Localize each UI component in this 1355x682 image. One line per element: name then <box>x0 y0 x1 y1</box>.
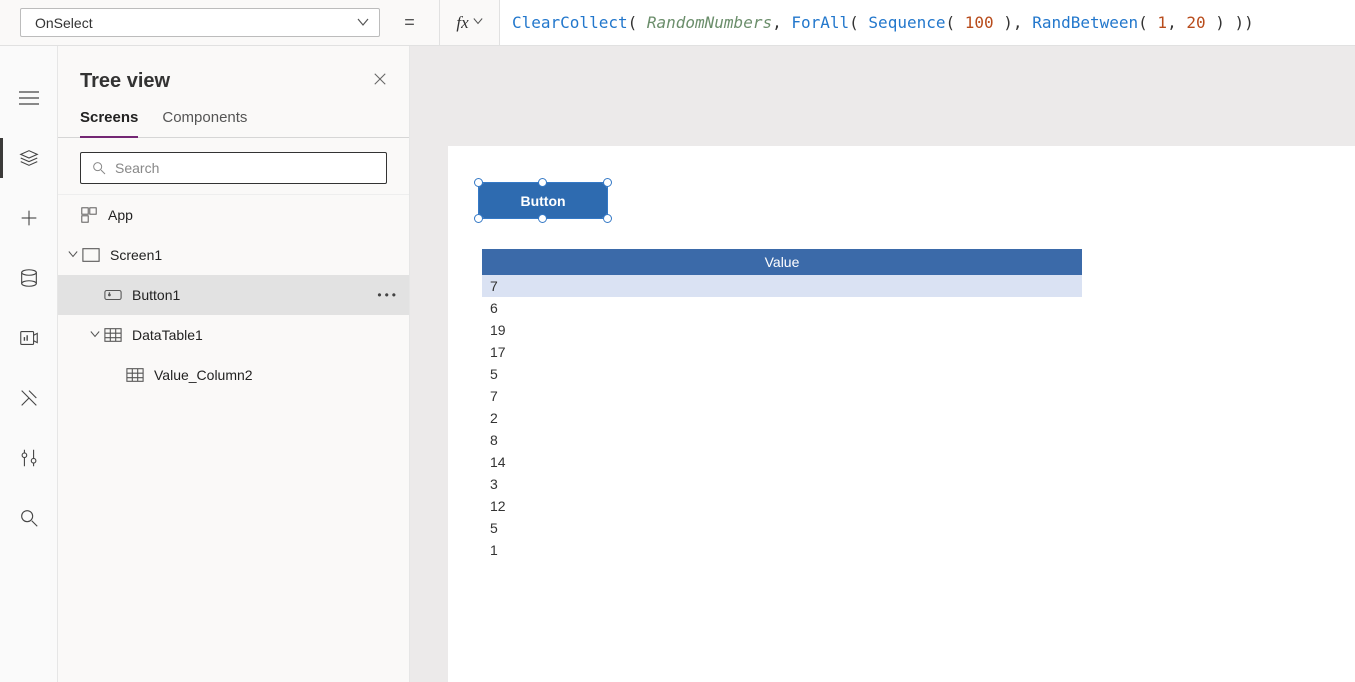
tree-item-datatable1[interactable]: DataTable1 <box>58 315 409 355</box>
table-row[interactable]: 1 <box>482 539 1082 561</box>
rail-tree-view[interactable] <box>0 128 58 188</box>
table-row[interactable]: 3 <box>482 473 1082 495</box>
tree-item-label: Value_Column2 <box>154 367 253 383</box>
tree-item-label: App <box>108 207 133 223</box>
table-row[interactable]: 5 <box>482 363 1082 385</box>
table-row[interactable]: 19 <box>482 319 1082 341</box>
formula-input[interactable]: ClearCollect( RandomNumbers, ForAll( Seq… <box>500 0 1355 45</box>
resize-handle-ne[interactable] <box>603 178 612 187</box>
chevron-down-icon <box>473 16 483 29</box>
tree-item-value_column2[interactable]: Value_Column2 <box>58 355 409 395</box>
formula-token: 1 <box>1157 13 1167 32</box>
formula-bar: OnSelect = fx ClearCollect( RandomNumber… <box>0 0 1355 46</box>
chevron-down-icon[interactable] <box>90 329 104 342</box>
rail-insert[interactable] <box>0 188 58 248</box>
table-row[interactable]: 8 <box>482 429 1082 451</box>
left-rail <box>0 46 58 682</box>
hamburger-icon[interactable] <box>0 68 58 128</box>
formula-token: ClearCollect <box>512 13 628 32</box>
button-selection[interactable]: Button <box>479 183 607 218</box>
resize-handle-nw[interactable] <box>474 178 483 187</box>
rail-media[interactable] <box>0 308 58 368</box>
rail-settings[interactable] <box>0 428 58 488</box>
tab-components[interactable]: Components <box>162 109 247 137</box>
resize-handle-sw[interactable] <box>474 214 483 223</box>
table-row[interactable]: 7 <box>482 275 1082 297</box>
formula-token: ForAll <box>791 13 849 32</box>
screen1[interactable]: Button Value 76191757281431251 <box>448 146 1355 682</box>
rail-search[interactable] <box>0 488 58 548</box>
table-row[interactable]: 17 <box>482 341 1082 363</box>
search-placeholder: Search <box>115 160 159 176</box>
tab-screens[interactable]: Screens <box>80 109 138 138</box>
datatable-control[interactable]: Value 76191757281431251 <box>482 249 1082 561</box>
formula-token: ( <box>628 13 647 32</box>
tree-list: App Screen1 Button1 ••• DataTable1 Value_Col… <box>58 194 409 682</box>
formula-token: 20 <box>1186 13 1205 32</box>
canvas[interactable]: Button Value 76191757281431251 <box>410 46 1355 682</box>
table-row[interactable]: 6 <box>482 297 1082 319</box>
formula-token: , <box>1167 13 1186 32</box>
formula-token: ), <box>994 13 1033 32</box>
equals-label: = <box>380 0 440 45</box>
more-icon[interactable]: ••• <box>377 288 399 302</box>
resize-handle-se[interactable] <box>603 214 612 223</box>
panel-tabs: Screens Components <box>58 101 409 138</box>
table-row[interactable]: 5 <box>482 517 1082 539</box>
formula-token: ( <box>1138 13 1157 32</box>
formula-token: ) )) <box>1206 13 1254 32</box>
button-icon <box>104 287 132 303</box>
screen-icon <box>82 247 110 263</box>
rail-data[interactable] <box>0 248 58 308</box>
formula-token: , <box>772 13 791 32</box>
tree-view-panel: Tree view Screens Components Search App S… <box>58 46 410 682</box>
formula-token: 100 <box>965 13 994 32</box>
close-icon[interactable] <box>373 72 387 91</box>
table-row[interactable]: 14 <box>482 451 1082 473</box>
datatable-header-label: Value <box>765 254 800 270</box>
datatable-header[interactable]: Value <box>482 249 1082 275</box>
rail-advanced[interactable] <box>0 368 58 428</box>
formula-token: ( <box>849 13 868 32</box>
tree-title: Tree view <box>80 70 170 93</box>
formula-token: ( <box>945 13 964 32</box>
formula-token: RandBetween <box>1032 13 1138 32</box>
table-row[interactable]: 12 <box>482 495 1082 517</box>
formula-token: RandomNumbers <box>647 13 772 32</box>
chevron-down-icon <box>357 15 369 31</box>
tree-item-app[interactable]: App <box>58 195 409 235</box>
resize-handle-s[interactable] <box>538 214 547 223</box>
property-select[interactable]: OnSelect <box>20 8 380 37</box>
formula-token: Sequence <box>868 13 945 32</box>
chevron-down-icon[interactable] <box>68 249 82 262</box>
property-select-label: OnSelect <box>35 15 93 31</box>
fx-button[interactable]: fx <box>440 0 500 45</box>
table-row[interactable]: 2 <box>482 407 1082 429</box>
fx-icon: fx <box>456 13 468 33</box>
table-icon <box>104 327 132 343</box>
tree-item-label: Screen1 <box>110 247 162 263</box>
app-icon <box>80 207 108 223</box>
table-row[interactable]: 7 <box>482 385 1082 407</box>
resize-handle-n[interactable] <box>538 178 547 187</box>
tree-item-button1[interactable]: Button1 ••• <box>58 275 409 315</box>
table-icon <box>126 367 154 383</box>
tree-item-label: DataTable1 <box>132 327 203 343</box>
search-input[interactable]: Search <box>80 152 387 184</box>
tree-item-screen1[interactable]: Screen1 <box>58 235 409 275</box>
tree-item-label: Button1 <box>132 287 180 303</box>
